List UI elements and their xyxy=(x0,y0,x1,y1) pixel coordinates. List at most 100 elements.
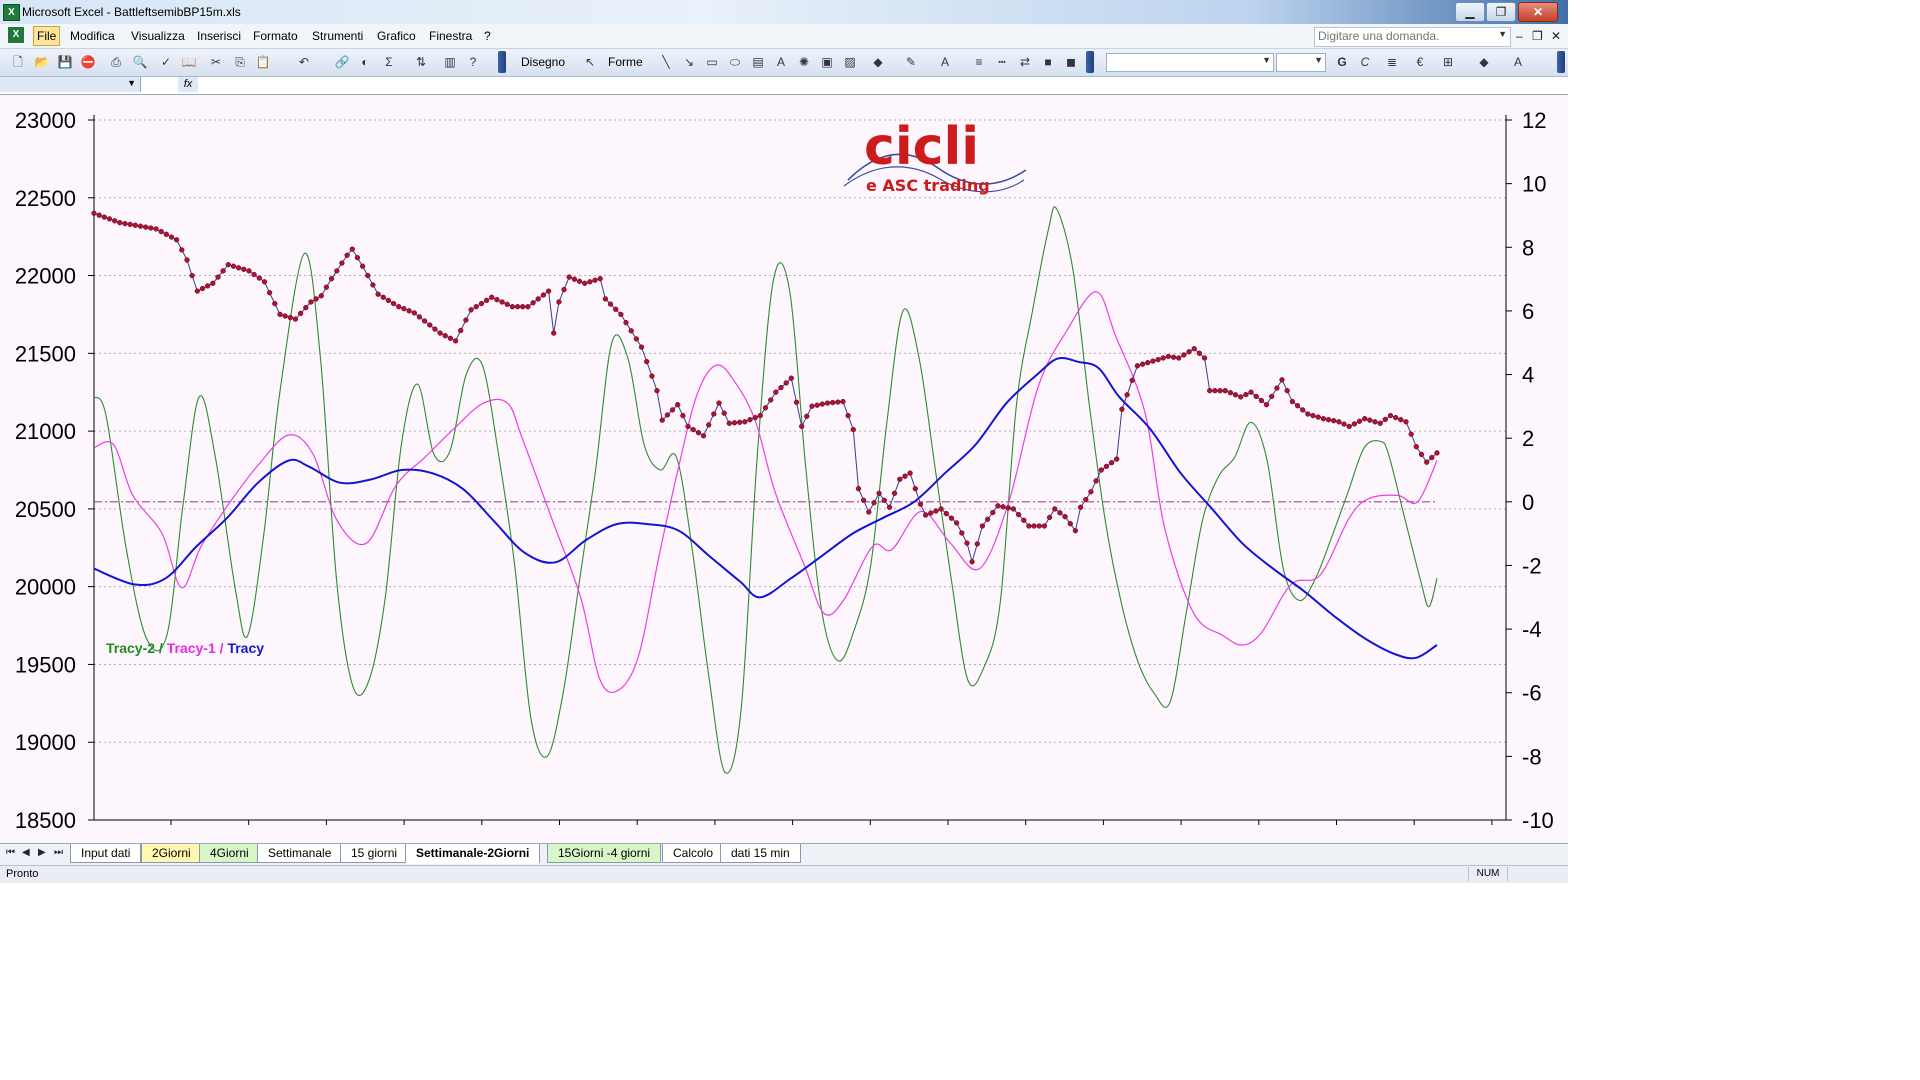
font-color-icon-2[interactable]: A xyxy=(1510,54,1526,70)
save-icon[interactable]: 💾 xyxy=(57,54,73,70)
diagram-icon[interactable]: ✺ xyxy=(796,54,812,70)
sheet-tab[interactable]: dati 15 min xyxy=(720,844,801,863)
price-point xyxy=(633,336,640,342)
price-point xyxy=(282,313,288,319)
sort-icon[interactable]: ⇅ xyxy=(413,54,429,70)
picture-icon[interactable]: ▨ xyxy=(842,54,858,70)
arrow-style-icon[interactable]: ⇄ xyxy=(1017,54,1033,70)
toolbar-grip-2[interactable] xyxy=(1086,51,1094,73)
first-sheet-icon[interactable]: ⏮ xyxy=(6,847,15,858)
cut-icon[interactable]: ✂ xyxy=(208,54,224,70)
copy-icon[interactable]: ⎘ xyxy=(232,54,248,70)
close-button[interactable]: ✕ xyxy=(1518,2,1558,22)
price-point xyxy=(1418,451,1425,458)
price-point xyxy=(520,304,526,310)
sheet-tab[interactable]: Settimanale-2Giorni xyxy=(405,844,541,864)
price-point xyxy=(1258,397,1265,404)
chevron-down-icon[interactable]: ▼ xyxy=(1498,29,1507,39)
euro-icon[interactable]: € xyxy=(1412,54,1428,70)
restore-button[interactable]: ❐ xyxy=(1486,2,1516,22)
bold-button[interactable]: G xyxy=(1334,54,1350,70)
minimize-icon: ▁ xyxy=(1465,5,1475,19)
permission-icon[interactable]: ⛔ xyxy=(80,54,96,70)
research-icon[interactable]: 📖 xyxy=(181,54,197,70)
menu-grafico[interactable]: Grafico xyxy=(377,29,416,43)
menu-help[interactable]: ? xyxy=(484,29,491,43)
clipart-icon[interactable]: ▣ xyxy=(819,54,835,70)
menu-modifica[interactable]: Modifica xyxy=(70,29,115,43)
textbox-icon[interactable]: ▤ xyxy=(750,54,766,70)
undo-icon[interactable]: ↶ xyxy=(296,54,312,70)
arrow-icon[interactable]: ↘ xyxy=(681,54,697,70)
sheet-tab[interactable]: Settimanale xyxy=(257,844,343,863)
line-style-icon[interactable]: ≡ xyxy=(971,54,987,70)
wordart-icon[interactable]: A xyxy=(773,54,789,70)
prev-sheet-icon[interactable]: ◀ xyxy=(22,847,30,858)
name-box[interactable]: ▼ xyxy=(0,77,141,92)
font-color-icon[interactable]: A xyxy=(937,54,953,70)
sheet-tab[interactable]: 2Giorni xyxy=(141,844,202,863)
price-point xyxy=(747,417,753,423)
menu-finestra[interactable]: Finestra xyxy=(429,29,472,43)
menu-visualizza[interactable]: Visualizza xyxy=(131,29,185,43)
menu-inserisci[interactable]: Inserisci xyxy=(197,29,241,43)
chart-wizard-icon[interactable]: ◐ xyxy=(357,54,373,70)
italic-button[interactable]: C xyxy=(1357,54,1373,70)
chart-plot[interactable]: 23000 22500 22000 21500 21000 20500 20000 19500… xyxy=(0,95,1568,843)
menu-file[interactable]: File xyxy=(33,26,61,46)
oval-icon[interactable]: ⬭ xyxy=(727,54,743,70)
3d-icon[interactable]: ◼ xyxy=(1063,54,1079,70)
shadow-icon[interactable]: ■ xyxy=(1040,54,1056,70)
hyperlink-icon[interactable]: 🔗 xyxy=(334,54,350,70)
line-color-icon[interactable]: ✎ xyxy=(903,54,919,70)
open-icon[interactable]: 📂 xyxy=(34,54,50,70)
chevron-down-icon[interactable]: ▼ xyxy=(1314,55,1323,65)
doc-minimize-icon[interactable]: ‒ xyxy=(1516,29,1523,43)
help-icon[interactable]: ? xyxy=(465,54,481,70)
forme-button[interactable]: Forme xyxy=(608,54,643,70)
menu-strumenti[interactable]: Strumenti xyxy=(312,29,363,43)
doc-restore-icon[interactable]: ❐ xyxy=(1532,29,1543,43)
doc-close-icon[interactable]: ✕ xyxy=(1551,29,1561,43)
ask-question-input[interactable] xyxy=(1315,28,1493,44)
next-sheet-icon[interactable]: ▶ xyxy=(38,847,46,858)
fx-icon[interactable]: fx xyxy=(178,77,198,92)
chevron-down-icon[interactable]: ▼ xyxy=(1262,55,1271,65)
font-name-box[interactable]: ▼ xyxy=(1106,53,1274,72)
last-sheet-icon[interactable]: ⏭ xyxy=(54,847,63,858)
print-icon[interactable]: ⎙ xyxy=(108,54,124,70)
minimize-button[interactable]: ▁ xyxy=(1455,2,1485,22)
sheet-tab[interactable]: 15Giorni -4 giorni xyxy=(547,844,662,863)
sheet-tab[interactable]: Input dati xyxy=(70,844,142,863)
toolbar-grip-3[interactable] xyxy=(1557,51,1565,73)
print-preview-icon[interactable]: 🔍 xyxy=(132,54,148,70)
excel-doc-icon[interactable]: X xyxy=(8,27,24,43)
price-point xyxy=(690,426,696,433)
sheet-tab[interactable]: 15 giorni xyxy=(340,844,409,863)
align-icon[interactable]: ≣ xyxy=(1384,54,1400,70)
chevron-down-icon[interactable]: ▼ xyxy=(127,78,136,88)
toolbar-grip[interactable] xyxy=(498,51,506,73)
font-size-box[interactable]: ▼ xyxy=(1276,53,1326,72)
ask-question-box[interactable]: ▼ xyxy=(1314,27,1511,47)
dash-style-icon[interactable]: ┅ xyxy=(994,54,1010,70)
new-icon[interactable]: 🗋 xyxy=(10,54,26,70)
sheet-tab[interactable]: 4Giorni xyxy=(199,844,260,863)
borders-icon[interactable]: ⊞ xyxy=(1440,54,1456,70)
price-point xyxy=(964,540,970,546)
line-icon[interactable]: ╲ xyxy=(658,54,674,70)
spelling-icon[interactable]: ✓ xyxy=(158,54,174,70)
select-arrow-icon[interactable]: ↖ xyxy=(582,54,598,70)
fill-color-icon[interactable]: ◆ xyxy=(870,54,886,70)
fill-bucket-icon[interactable]: ◆ xyxy=(1476,54,1492,70)
disegno-button[interactable]: Disegno xyxy=(521,54,565,70)
sheet-tab[interactable]: Calcolo xyxy=(662,844,725,863)
paste-icon[interactable]: 📋 xyxy=(255,54,271,70)
price-point xyxy=(1263,402,1270,408)
autosum-icon[interactable]: Σ xyxy=(381,54,397,70)
right-tick-label: -8 xyxy=(1522,744,1542,769)
chart-icon[interactable]: ▥ xyxy=(442,54,458,70)
price-point xyxy=(499,299,505,305)
rectangle-icon[interactable]: ▭ xyxy=(704,54,720,70)
menu-formato[interactable]: Formato xyxy=(253,29,298,43)
